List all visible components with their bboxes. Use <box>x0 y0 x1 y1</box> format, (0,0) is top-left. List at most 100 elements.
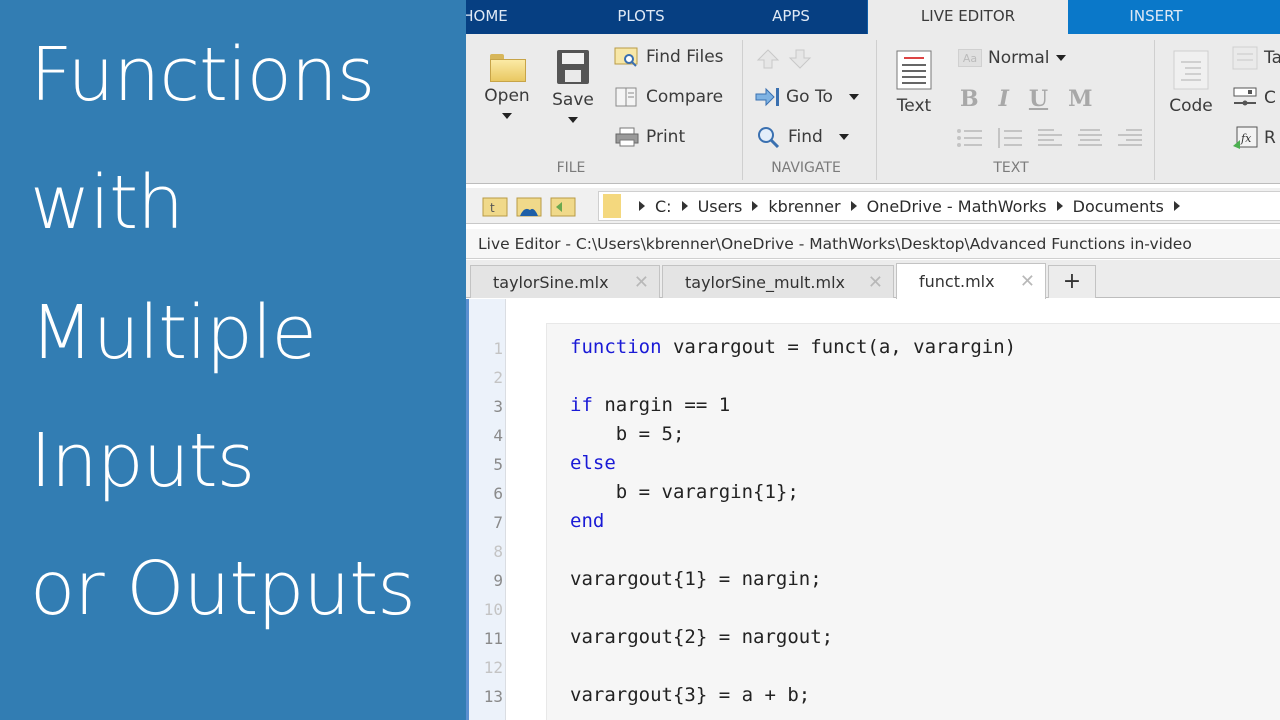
line-number: 10 <box>483 600 503 619</box>
title-line: Functions <box>30 32 375 118</box>
go-to-arrow-icon <box>754 86 780 108</box>
code-keyword: else <box>570 452 616 474</box>
code-line[interactable]: function varargout = funct(a, varargin) <box>570 336 1016 358</box>
code-line[interactable]: end <box>570 510 604 532</box>
code-line[interactable]: else <box>570 452 616 474</box>
tab-home[interactable]: HOME <box>466 0 516 34</box>
live-editor[interactable]: 1 2 3 4 5 6 7 8 9 10 11 12 13 function v… <box>466 299 1280 720</box>
monospace-button[interactable]: M <box>1068 86 1092 112</box>
insert-code-button[interactable]: Code <box>1164 50 1218 116</box>
compare-icon <box>614 86 640 108</box>
find-files-label: Find Files <box>646 47 724 67</box>
refactor-fx-icon: fx <box>1233 126 1258 149</box>
save-label: Save <box>552 90 594 110</box>
navigate-arrows <box>756 48 814 70</box>
arrow-down-icon[interactable] <box>788 48 814 70</box>
breadcrumb-item[interactable]: OneDrive - MathWorks <box>867 197 1047 216</box>
line-number: 4 <box>493 426 503 445</box>
navigate-section-label: NAVIGATE <box>771 160 841 176</box>
code-text: varargout{1} = nargin; <box>570 568 822 590</box>
code-text: nargin == 1 <box>592 394 731 416</box>
text-label: Text <box>896 96 932 116</box>
save-button[interactable]: Save <box>546 50 600 130</box>
table-of-contents-button[interactable]: Ta <box>1232 46 1280 70</box>
code-line[interactable]: varargout{3} = a + b; <box>570 684 810 706</box>
control-button[interactable]: C <box>1232 86 1276 110</box>
tab-live-editor[interactable]: LIVE EDITOR <box>868 0 1068 36</box>
bold-button[interactable]: B <box>960 86 979 112</box>
section-divider <box>1154 40 1155 180</box>
line-number: 5 <box>493 455 503 474</box>
code-line[interactable]: if nargin == 1 <box>570 394 730 416</box>
numbered-list-icon[interactable] <box>996 126 1024 150</box>
breadcrumb-item[interactable]: C: <box>655 197 672 216</box>
go-to-button[interactable]: Go To <box>754 86 859 108</box>
breadcrumb-item[interactable]: Documents <box>1073 197 1164 216</box>
chevron-down-icon <box>568 117 578 123</box>
code-block[interactable] <box>546 323 1280 720</box>
close-icon[interactable]: ✕ <box>868 272 883 293</box>
underline-button[interactable]: U <box>1029 86 1048 112</box>
current-folder-path[interactable]: C: Users kbrenner OneDrive - MathWorks D… <box>598 191 1280 221</box>
section-divider <box>742 40 743 180</box>
up-folder-icon[interactable]: t <box>482 194 508 218</box>
format-buttons: B I U M <box>960 86 1092 112</box>
breadcrumb-item[interactable]: Users <box>698 197 743 216</box>
close-icon[interactable]: ✕ <box>1020 271 1035 292</box>
svg-text:t: t <box>490 201 495 215</box>
table-of-contents-label: Ta <box>1264 48 1280 68</box>
breadcrumb-item[interactable]: kbrenner <box>768 197 840 216</box>
line-number: 9 <box>493 571 503 590</box>
title-panel: Functions with Multiple Inputs or Output… <box>0 0 466 720</box>
sync-folder-icon[interactable] <box>550 194 576 218</box>
doc-tab[interactable]: taylorSine.mlx ✕ <box>470 265 660 298</box>
browse-folder-icon[interactable] <box>516 194 542 218</box>
italic-button[interactable]: I <box>999 86 1009 112</box>
doc-tab[interactable]: taylorSine_mult.mlx ✕ <box>662 265 894 298</box>
code-text: varargout{2} = nargout; <box>570 626 834 648</box>
compare-button[interactable]: Compare <box>614 86 723 108</box>
breadcrumb-separator-icon <box>1173 201 1180 211</box>
control-label: C <box>1264 88 1276 108</box>
insert-text-button[interactable]: Text <box>886 50 942 116</box>
style-icon: Aa <box>958 49 982 67</box>
bulleted-list-icon[interactable] <box>956 126 984 150</box>
line-number: 7 <box>493 513 503 532</box>
find-button[interactable]: Find <box>756 126 849 149</box>
align-left-icon[interactable] <box>1036 126 1064 150</box>
print-button[interactable]: Print <box>614 126 685 148</box>
arrow-up-icon[interactable] <box>756 48 782 70</box>
text-section-label: TEXT <box>993 160 1029 176</box>
tab-insert[interactable]: INSERT <box>1086 0 1226 34</box>
open-button[interactable]: Open <box>480 54 534 126</box>
find-files-icon <box>614 46 640 68</box>
current-folder-bar: t C: Users kbrenner OneDrive - MathWorks… <box>466 188 1280 224</box>
tab-apps[interactable]: APPS <box>736 0 846 34</box>
style-select[interactable]: Aa Normal <box>958 48 1066 68</box>
code-line[interactable]: varargout{1} = nargin; <box>570 568 822 590</box>
paragraph-buttons <box>956 126 1144 150</box>
go-to-label: Go To <box>786 87 833 107</box>
close-icon[interactable]: ✕ <box>634 272 649 293</box>
line-number: 12 <box>483 658 503 677</box>
breadcrumb-separator-icon <box>1056 201 1063 211</box>
doc-tab-label: funct.mlx <box>919 272 995 291</box>
line-number: 3 <box>493 397 503 416</box>
code-line[interactable]: b = 5; <box>570 423 685 445</box>
style-select-value: Normal <box>988 48 1050 68</box>
doc-tab-active[interactable]: funct.mlx ✕ <box>896 263 1046 299</box>
align-center-icon[interactable] <box>1076 126 1104 150</box>
tab-plots[interactable]: PLOTS <box>586 0 696 34</box>
folder-nav-buttons: t <box>482 194 576 218</box>
align-right-icon[interactable] <box>1116 126 1144 150</box>
line-number: 2 <box>493 368 503 387</box>
refactor-button[interactable]: fx R <box>1232 126 1276 150</box>
folder-icon <box>490 54 526 82</box>
code-line[interactable]: varargout{2} = nargout; <box>570 626 833 648</box>
find-files-button[interactable]: Find Files <box>614 46 724 68</box>
chevron-down-icon <box>1055 55 1066 61</box>
title-line: or Outputs <box>30 546 416 632</box>
new-tab-button[interactable]: + <box>1048 265 1096 298</box>
magnifier-icon <box>756 126 782 149</box>
code-line[interactable]: b = varargin{1}; <box>570 481 799 503</box>
